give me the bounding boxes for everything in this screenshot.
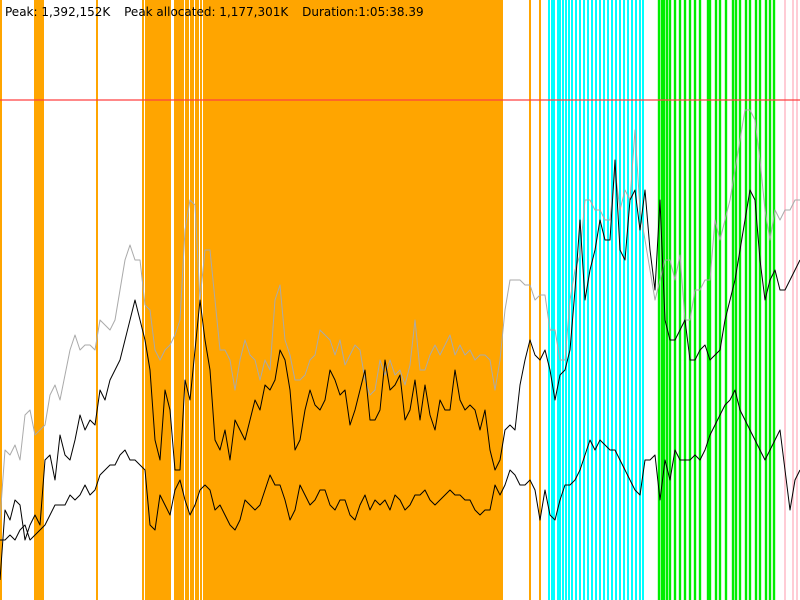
peak-label: Peak: 1,392,152K — [5, 5, 111, 19]
peak-allocated-label: Peak allocated: 1,177,301K — [124, 5, 289, 19]
stats-header: Peak: 1,392,152K Peak allocated: 1,177,3… — [5, 4, 434, 20]
gc-events — [0, 0, 798, 600]
memory-chart — [0, 0, 800, 600]
duration-label: Duration:1:05:38.39 — [302, 5, 424, 19]
